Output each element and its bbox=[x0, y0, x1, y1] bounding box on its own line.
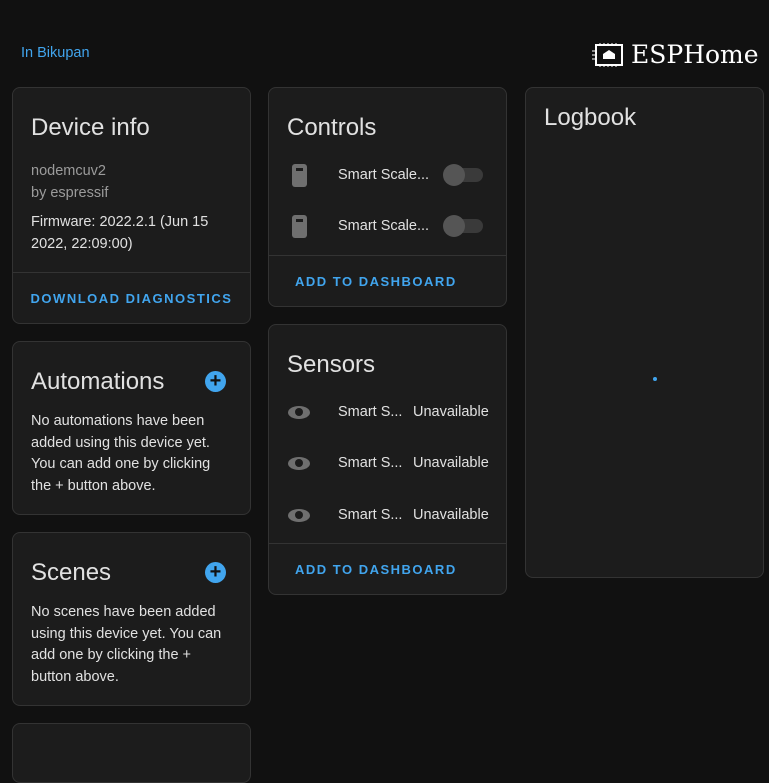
card-title: Sensors bbox=[287, 351, 376, 378]
card-title: Device info bbox=[31, 114, 150, 141]
device-info-card: Device info nodemcuv2 by espressif Firmw… bbox=[12, 87, 251, 324]
empty-text: No automations have been added using thi… bbox=[31, 413, 211, 494]
entity-name: Smart S... bbox=[338, 455, 403, 471]
toggle-switch[interactable] bbox=[443, 215, 483, 237]
sensor-row[interactable]: Smart S... Unavailable bbox=[269, 392, 506, 432]
eye-icon bbox=[288, 456, 310, 470]
eye-icon bbox=[288, 405, 310, 419]
add-automation-button[interactable]: + bbox=[205, 371, 226, 392]
card-title: Automations bbox=[31, 368, 165, 395]
label: DOWNLOAD DIAGNOSTICS bbox=[30, 290, 233, 306]
sensors-card: Sensors Smart S... Unavailable Smart S..… bbox=[268, 324, 507, 595]
entity-state: Unavailable bbox=[413, 455, 489, 471]
download-diagnostics-button[interactable]: DOWNLOAD DIAGNOSTICS bbox=[13, 272, 250, 323]
switch-device-icon bbox=[292, 163, 307, 187]
loading-spinner bbox=[653, 377, 657, 381]
entity-name: Smart S... bbox=[338, 404, 403, 420]
card-title: Controls bbox=[287, 114, 377, 141]
entity-state: Unavailable bbox=[413, 507, 489, 523]
model: nodemcuv2 bbox=[31, 163, 106, 179]
area-link[interactable]: In Bikupan bbox=[21, 45, 90, 61]
toggle-switch[interactable] bbox=[443, 164, 483, 186]
controls-card: Controls Smart Scale... Smart Scale... A… bbox=[268, 87, 507, 307]
esphome-chip-icon bbox=[592, 42, 623, 67]
add-to-dashboard-button[interactable]: ADD TO DASHBOARD bbox=[269, 255, 506, 306]
add-scene-button[interactable]: + bbox=[205, 562, 226, 583]
switch-device-icon bbox=[292, 214, 307, 238]
sensor-row[interactable]: Smart S... Unavailable bbox=[269, 443, 506, 483]
label: ADD TO DASHBOARD bbox=[295, 561, 457, 577]
entity-state: Unavailable bbox=[413, 404, 489, 420]
label: ADD TO DASHBOARD bbox=[295, 273, 457, 289]
scenes-card: Scenes + No scenes have been added using… bbox=[12, 532, 251, 706]
sensor-row[interactable]: Smart S... Unavailable bbox=[269, 495, 506, 535]
esphome-logo: ESPHome bbox=[591, 40, 759, 69]
eye-icon bbox=[288, 508, 310, 522]
manufacturer: by espressif bbox=[31, 185, 109, 201]
automations-card: Automations + No automations have been a… bbox=[12, 341, 251, 515]
entity-name: Smart Scale... bbox=[338, 218, 430, 234]
card-title: Scenes bbox=[31, 559, 112, 586]
entity-name: Smart Scale... bbox=[338, 167, 430, 183]
empty-text: No scenes have been added using this dev… bbox=[31, 604, 222, 685]
add-to-dashboard-button[interactable]: ADD TO DASHBOARD bbox=[269, 543, 506, 594]
scripts-card bbox=[12, 723, 251, 783]
logbook-card: Logbook bbox=[525, 87, 764, 578]
firmware: Firmware: 2022.2.1 (Jun 15 2022, 22:09:0… bbox=[31, 214, 209, 252]
control-row[interactable]: Smart Scale... bbox=[269, 206, 506, 246]
control-row[interactable]: Smart Scale... bbox=[269, 155, 506, 195]
entity-name: Smart S... bbox=[338, 507, 403, 523]
card-title: Logbook bbox=[544, 104, 637, 131]
